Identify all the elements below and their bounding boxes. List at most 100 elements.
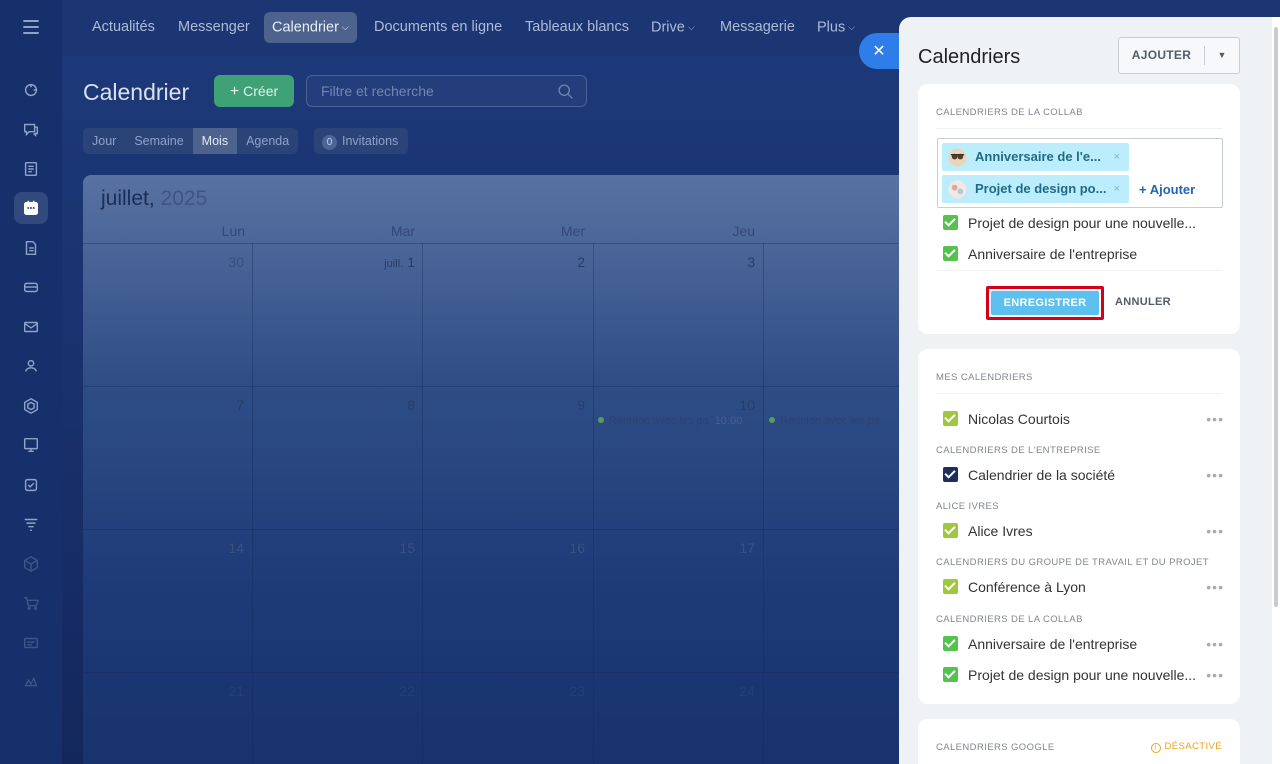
nav-item-messagerie[interactable]: Messagerie [712,12,803,43]
search-input[interactable] [307,76,547,106]
checkbox[interactable] [943,523,958,538]
checkbox[interactable] [943,215,958,230]
remove-tag-icon[interactable]: × [1114,143,1120,171]
more-icon[interactable]: ••• [1206,523,1224,539]
weekday-header: Jeu [732,223,755,239]
checkbox[interactable] [943,579,958,594]
search-icon[interactable] [557,83,574,100]
left-rail [0,0,62,764]
remove-tag-icon[interactable]: × [1114,175,1120,203]
day-cell[interactable]: 9 [525,397,585,413]
more-icon[interactable]: ••• [1206,411,1224,427]
view-month[interactable]: Mois [192,128,238,154]
close-panel-button[interactable]: ✕ [859,33,903,69]
drive-icon[interactable] [14,271,48,303]
calendar-checkbox-row[interactable]: Anniversaire de l'entreprise [943,636,1137,654]
day-cell[interactable]: 22 [355,683,415,699]
chevron-down-icon: ⌵ [341,22,349,32]
cart-icon[interactable] [14,587,48,619]
day-cell[interactable]: 16 [525,540,585,556]
nav-item-actualites[interactable]: Actualités [84,12,163,43]
day-cell[interactable]: 21 [184,683,244,699]
calendar-checkbox-row[interactable]: Alice Ivres [943,523,1033,541]
crm-icon[interactable] [14,666,48,698]
weekday-header: Mer [560,223,585,239]
event-item[interactable]: Réunion avec les pa 10:00 [598,415,760,427]
section-heading: CALENDRIERS DE LA COLLAB [936,107,1083,118]
calendar-icon[interactable] [14,192,48,224]
document-icon[interactable] [14,232,48,264]
group-heading: ALICE IVRES [936,501,1000,512]
add-calendar-button[interactable]: AJOUTER ▼ [1118,37,1240,74]
hexagon-icon[interactable] [14,390,48,422]
panel-scrollbar[interactable] [1272,17,1280,764]
plus-icon: + [229,83,240,100]
view-day[interactable]: Jour [83,128,125,154]
view-agenda[interactable]: Agenda [237,128,298,154]
create-button[interactable]: + Créer [214,75,294,107]
filter-icon[interactable] [14,508,48,540]
nav-item-calendrier[interactable]: Calendrier ⌵ [264,12,357,43]
card-icon[interactable] [14,627,48,659]
day-cell[interactable]: 30 [184,254,244,270]
group-heading: CALENDRIERS DU GROUPE DE TRAVAIL ET DU P… [936,557,1209,568]
day-cell[interactable]: 14 [184,540,244,556]
more-icon[interactable]: ••• [1206,636,1224,652]
collab-edit-card: CALENDRIERS DE LA COLLAB Anniversaire de… [918,84,1240,334]
nav-item-documents[interactable]: Documents en ligne [366,12,510,43]
checkbox[interactable] [943,467,958,482]
calendar-checkbox-row[interactable]: Projet de design pour une nouvelle... [943,667,1196,685]
cancel-button[interactable]: ANNULER [1115,296,1171,308]
checkbox[interactable] [943,636,958,651]
view-week[interactable]: Semaine [125,128,192,154]
warning-icon: ! [1150,743,1161,753]
day-cell[interactable]: juill. 1 [315,254,415,270]
calendar-checkbox-row[interactable]: Projet de design pour une nouvelle... [943,215,1196,233]
calendar-checkbox-row[interactable]: Nicolas Courtois [943,411,1070,429]
task-icon[interactable] [14,469,48,501]
search-box [306,75,587,107]
event-item[interactable]: Réunion avec les pa [769,415,909,427]
mail-icon[interactable] [14,311,48,343]
nav-item-drive[interactable]: Drive ⌵ [643,12,703,43]
calendar-checkbox-row[interactable]: Anniversaire de l'entreprise [943,246,1137,264]
calendars-panel: Calendriers AJOUTER ▼ CALENDRIERS DE LA … [899,17,1280,764]
avatar [948,180,967,199]
day-cell[interactable]: 10 [695,397,755,413]
checkbox[interactable] [943,246,958,261]
group-icon[interactable] [14,350,48,382]
day-cell[interactable]: 7 [184,397,244,413]
add-calendar-link[interactable]: + Ajouter [1139,182,1195,197]
checkbox[interactable] [943,667,958,682]
day-cell[interactable]: 2 [525,254,585,270]
save-button[interactable]: ENREGISTRER [991,291,1099,315]
google-calendars-card: CALENDRIERS GOOGLE ! DÉSACTIVÉ [918,719,1240,764]
calendar-selector[interactable]: Anniversaire de l'e... × Projet de desig… [937,138,1223,208]
day-cell[interactable]: 23 [525,683,585,699]
day-cell[interactable]: 15 [355,540,415,556]
more-icon[interactable]: ••• [1206,579,1224,595]
caret-down-icon[interactable]: ▼ [1205,38,1239,73]
group-heading: CALENDRIERS DE L'ENTREPRISE [936,445,1101,456]
day-cell[interactable]: 24 [695,683,755,699]
pulse-icon[interactable] [14,74,48,106]
more-icon[interactable]: ••• [1206,467,1224,483]
nav-item-messenger[interactable]: Messenger [170,12,258,43]
section-heading: MES CALENDRIERS [936,372,1033,383]
status-badge[interactable]: ! DÉSACTIVÉ [1150,741,1222,753]
nav-item-plus[interactable]: Plus ⌵ [809,12,863,43]
checkbox[interactable] [943,411,958,426]
calendar-checkbox-row[interactable]: Calendrier de la société [943,467,1115,485]
more-icon[interactable]: ••• [1206,667,1224,683]
news-icon[interactable] [14,153,48,185]
invitations-button[interactable]: 0 Invitations [314,128,409,154]
day-cell[interactable]: 3 [695,254,755,270]
nav-item-tableaux-blancs[interactable]: Tableaux blancs [517,12,637,43]
package-icon[interactable] [14,548,48,580]
board-icon[interactable] [14,429,48,461]
chat-icon[interactable] [14,113,48,145]
menu-icon[interactable] [23,20,39,34]
calendar-checkbox-row[interactable]: Conférence à Lyon [943,579,1086,597]
day-cell[interactable]: 8 [355,397,415,413]
day-cell[interactable]: 17 [695,540,755,556]
